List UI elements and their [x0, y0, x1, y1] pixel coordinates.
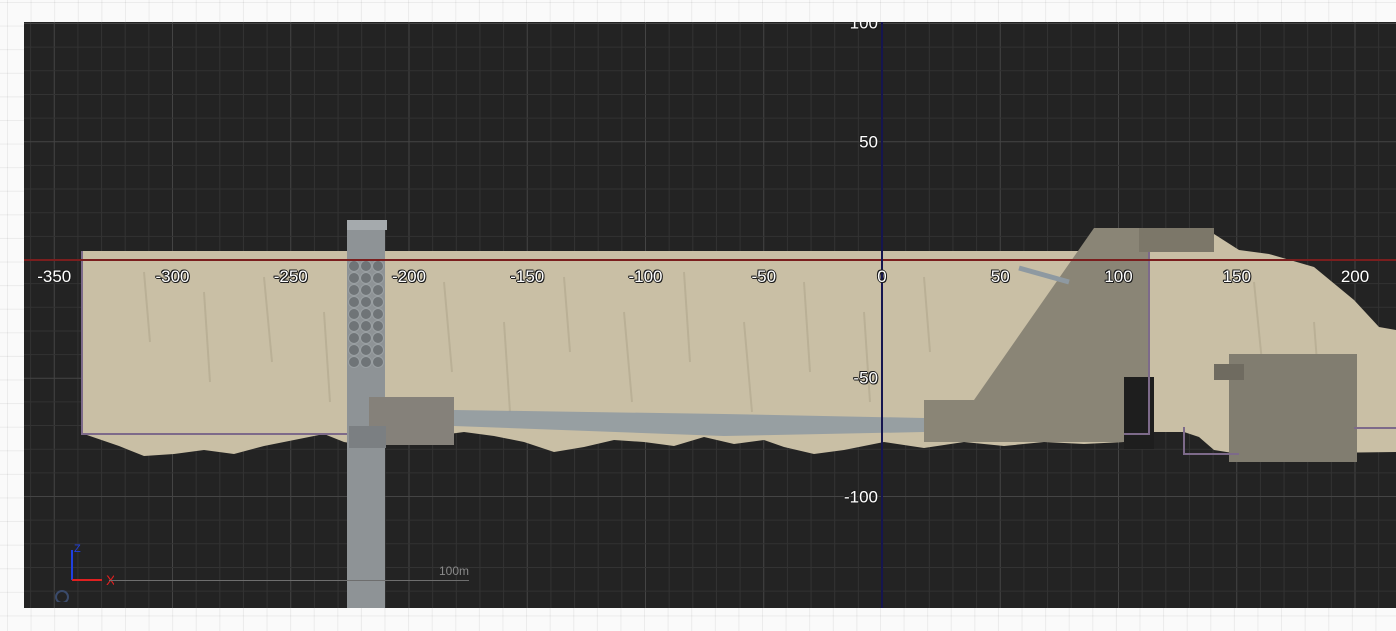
x-tick-label: -200 [391, 267, 427, 286]
x-tick-label: 50 [990, 267, 1010, 286]
right-block [1229, 354, 1357, 462]
shaft-ring [372, 272, 384, 284]
x-tick-label: -50 [751, 267, 777, 286]
gizmo-z-label: Z [74, 543, 81, 555]
shaft-ring [360, 320, 372, 332]
shaft-ring [372, 332, 384, 344]
shaft-ring [372, 344, 384, 356]
shaft-ring [348, 284, 360, 296]
y-tick-label: 50 [859, 132, 878, 152]
x-tick-label: -300 [155, 267, 190, 286]
x-tick-label: -350 [37, 267, 72, 286]
x-tick-label: -150 [510, 267, 545, 286]
axis-gizmo: Z X [55, 543, 114, 602]
shaft-ring [348, 308, 360, 320]
shaft-collar [349, 426, 386, 448]
shaft-ring [372, 284, 384, 296]
shaft-ring [360, 308, 372, 320]
x-tick-label: 200 [1340, 267, 1370, 286]
shaft-ring [348, 296, 360, 308]
shaft-ring [360, 284, 372, 296]
section-viewport[interactable]: -350 -300 -250 -200 -150 -100 -50 0 50 100 150 200 … [24, 22, 1396, 608]
shaft-ring [360, 272, 372, 284]
shaft-ring [360, 296, 372, 308]
shaft-ring [348, 320, 360, 332]
shaft-rings [348, 260, 384, 368]
x-tick-label: 150 [1222, 267, 1251, 286]
shaft-ring [372, 320, 384, 332]
view-reset-icon[interactable] [55, 590, 69, 602]
scale-bar: 100m [109, 564, 469, 584]
shaft-ring [360, 332, 372, 344]
shaft-ring [360, 344, 372, 356]
y-tick-label: -150 [844, 606, 878, 608]
shaft-ring [372, 296, 384, 308]
scale-bar-label: 100m [438, 564, 469, 578]
y-tick-label: 100 [849, 22, 878, 33]
shaft-ring [348, 344, 360, 356]
y-tick-label: -50 [853, 368, 878, 388]
shaft-ring [372, 356, 384, 368]
shaft-ring [360, 260, 372, 272]
shaft-ring [372, 260, 384, 272]
shaft-ring [348, 332, 360, 344]
x-tick-label: -100 [628, 267, 663, 286]
shaft-ring [348, 272, 360, 284]
shaft-ring [348, 260, 360, 272]
right-block-top [1214, 364, 1244, 380]
shaft-ring [360, 356, 372, 368]
dam-cap [1139, 228, 1214, 252]
scale-bar-line [109, 580, 469, 581]
x-tick-label: 100 [1104, 267, 1133, 286]
x-tick-label: -250 [273, 267, 308, 286]
shaft-ring [348, 356, 360, 368]
x-tick-label: 0 [877, 267, 887, 286]
shaft-cap [347, 220, 387, 230]
shaft-ring [372, 308, 384, 320]
y-tick-label: -100 [843, 487, 878, 506]
cross-section-scene [24, 22, 1396, 608]
